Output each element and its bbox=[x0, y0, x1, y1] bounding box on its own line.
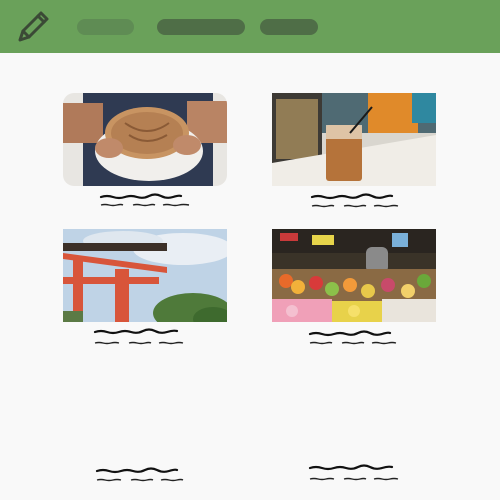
gallery-card[interactable] bbox=[272, 370, 436, 490]
bread-loaf-photo[interactable] bbox=[63, 93, 227, 186]
card-caption bbox=[63, 192, 227, 216]
card-caption bbox=[63, 327, 227, 351]
nav-pill-1[interactable] bbox=[77, 19, 134, 35]
fruit-market-photo[interactable] bbox=[272, 229, 436, 322]
gallery-card[interactable] bbox=[272, 229, 436, 353]
empty-photo[interactable] bbox=[272, 370, 436, 463]
gallery-card[interactable] bbox=[63, 93, 227, 213]
card-caption bbox=[272, 463, 436, 487]
torii-gate-photo[interactable] bbox=[63, 229, 227, 322]
card-caption bbox=[63, 466, 227, 490]
gallery-card[interactable] bbox=[63, 370, 227, 490]
nav-pill-2[interactable] bbox=[157, 19, 245, 35]
card-caption bbox=[272, 329, 436, 353]
nav-pill-3[interactable] bbox=[260, 19, 318, 35]
pencil-icon[interactable] bbox=[14, 8, 52, 46]
top-toolbar bbox=[0, 0, 500, 53]
card-caption bbox=[272, 192, 436, 216]
empty-photo[interactable] bbox=[63, 370, 227, 463]
iced-coffee-photo[interactable] bbox=[272, 93, 436, 186]
gallery-card[interactable] bbox=[272, 93, 436, 213]
gallery-card[interactable] bbox=[63, 229, 227, 353]
